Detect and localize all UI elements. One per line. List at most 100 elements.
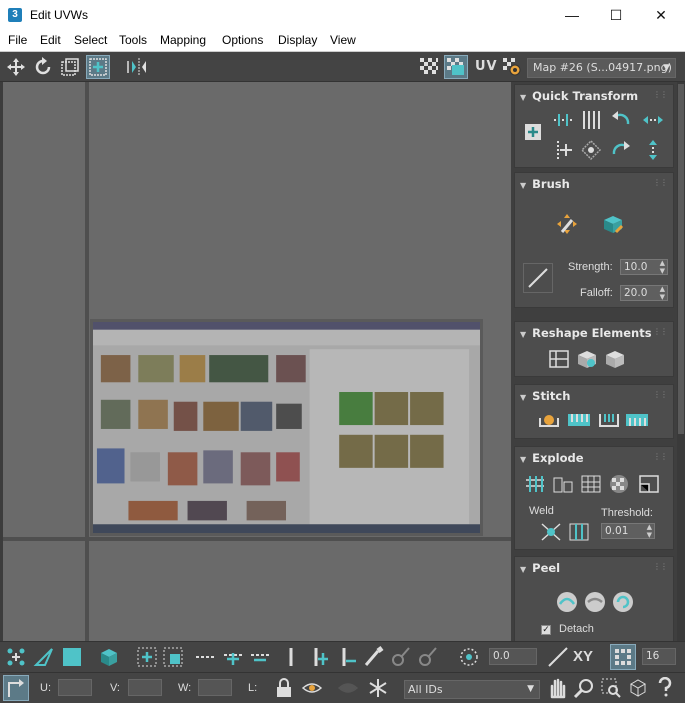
- close-button[interactable]: ✕: [638, 0, 684, 30]
- align-center-icon[interactable]: [519, 119, 547, 145]
- slice-icon[interactable]: [545, 644, 571, 670]
- uv-viewport[interactable]: [0, 82, 511, 641]
- strength-spinner[interactable]: 10.0 ▲ ▼: [620, 259, 668, 275]
- peel-mode-icon[interactable]: [581, 589, 609, 615]
- menu-display[interactable]: Display: [278, 33, 317, 47]
- xy-label[interactable]: XY: [573, 648, 593, 665]
- rotate-icon[interactable]: [31, 55, 55, 79]
- stitch-average-icon[interactable]: [595, 407, 623, 433]
- relax-settings-icon[interactable]: [601, 346, 629, 372]
- menu-options[interactable]: Options: [222, 33, 263, 47]
- panel-scrollbar[interactable]: [677, 82, 685, 641]
- uv-label[interactable]: UV: [475, 59, 498, 74]
- help-icon[interactable]: [652, 675, 678, 701]
- rotate-cw-icon[interactable]: [607, 137, 635, 163]
- menu-select[interactable]: Select: [74, 33, 107, 47]
- flip-horizontal-icon[interactable]: [639, 107, 667, 133]
- flatten-checker-icon[interactable]: [605, 471, 633, 497]
- grid-snap-icon[interactable]: [610, 644, 636, 670]
- grip-icon[interactable]: ⋮⋮: [653, 562, 668, 571]
- peel-title[interactable]: ▼ Peel: [520, 561, 560, 575]
- mirror-icon[interactable]: [125, 55, 149, 79]
- stitch-to-source-icon[interactable]: [623, 407, 651, 433]
- straighten-icon[interactable]: [577, 137, 605, 163]
- loop-grow-icon[interactable]: [220, 644, 246, 670]
- grip-icon[interactable]: ⋮⋮: [653, 390, 668, 399]
- angle-spinner[interactable]: 0.0: [489, 648, 537, 665]
- relax-icon[interactable]: [573, 346, 601, 372]
- grip-icon[interactable]: ⋮⋮: [653, 178, 668, 187]
- straighten-selection-icon[interactable]: [545, 346, 573, 372]
- paint-move-icon[interactable]: [553, 211, 581, 237]
- map-select[interactable]: Map #26 (S...04917.png) ▼: [527, 58, 676, 78]
- grid-size-spinner[interactable]: 16: [642, 648, 676, 665]
- stitch-title[interactable]: ▼ Stitch: [520, 389, 570, 403]
- minimize-button[interactable]: —: [549, 0, 595, 30]
- align-vertical-icon[interactable]: [577, 107, 605, 133]
- hide-icon[interactable]: [299, 675, 325, 701]
- vertex-select-icon[interactable]: [3, 644, 29, 670]
- checker-icon[interactable]: [417, 55, 441, 79]
- rotate-ccw-icon[interactable]: [607, 107, 635, 133]
- weld-target-icon[interactable]: [565, 519, 593, 545]
- detach-checkbox[interactable]: ✓: [541, 625, 551, 635]
- lock-icon[interactable]: [271, 675, 297, 701]
- id-filter-select[interactable]: All IDs ▼: [404, 680, 540, 699]
- grip-icon[interactable]: ⋮⋮: [653, 90, 668, 99]
- menu-view[interactable]: View: [330, 33, 356, 47]
- paint-grow-icon[interactable]: [387, 644, 413, 670]
- paint-select-icon[interactable]: [360, 644, 386, 670]
- pan-icon[interactable]: [544, 675, 570, 701]
- zoom-extents-icon[interactable]: [625, 675, 651, 701]
- ring-select-icon[interactable]: [278, 644, 304, 670]
- flatten-by-angle-icon[interactable]: [635, 471, 663, 497]
- spinner-arrows-icon[interactable]: ▲ ▼: [647, 523, 652, 539]
- quick-transform-title[interactable]: ▼ Quick Transform: [520, 89, 638, 103]
- scrollbar-thumb[interactable]: [678, 84, 684, 434]
- element-select-icon[interactable]: [96, 644, 122, 670]
- menu-file[interactable]: File: [8, 33, 27, 47]
- grip-icon[interactable]: ⋮⋮: [653, 327, 668, 336]
- absolute-offset-icon[interactable]: [3, 675, 29, 701]
- grow-selection-icon[interactable]: [134, 644, 160, 670]
- falloff-spinner[interactable]: 20.0 ▲ ▼: [620, 285, 668, 301]
- show-icon[interactable]: [335, 675, 361, 701]
- menu-tools[interactable]: Tools: [119, 33, 147, 47]
- loop-select-icon[interactable]: [192, 644, 218, 670]
- angle-snap-icon[interactable]: [456, 644, 482, 670]
- zoom-region-icon[interactable]: [598, 675, 624, 701]
- zoom-icon[interactable]: [571, 675, 597, 701]
- spinner-arrows-icon[interactable]: ▲ ▼: [660, 285, 665, 301]
- paint-shrink-icon[interactable]: [414, 644, 440, 670]
- grip-icon[interactable]: ⋮⋮: [653, 452, 668, 461]
- ring-shrink-icon[interactable]: [334, 644, 360, 670]
- ring-grow-icon[interactable]: [306, 644, 332, 670]
- space-vertical-icon[interactable]: [549, 137, 577, 163]
- stitch-custom-icon[interactable]: [535, 407, 563, 433]
- brush-title[interactable]: ▼ Brush: [520, 177, 570, 191]
- move-icon[interactable]: [4, 55, 28, 79]
- brush-falloff-icon[interactable]: [523, 263, 553, 293]
- relax-brush-icon[interactable]: [599, 211, 627, 237]
- w-input[interactable]: [198, 679, 232, 696]
- align-horizontal-icon[interactable]: [549, 107, 577, 133]
- spinner-arrows-icon[interactable]: ▲ ▼: [660, 259, 665, 275]
- map-options-icon[interactable]: [500, 55, 524, 79]
- face-select-icon[interactable]: [59, 644, 85, 670]
- stitch-to-target-icon[interactable]: [565, 407, 593, 433]
- quick-peel-icon[interactable]: [553, 589, 581, 615]
- threshold-spinner[interactable]: 0.01 ▲ ▼: [601, 523, 655, 539]
- reshape-title[interactable]: ▼ Reshape Elements: [520, 326, 652, 340]
- u-input[interactable]: [58, 679, 92, 696]
- menu-mapping[interactable]: Mapping: [160, 33, 206, 47]
- scale-icon[interactable]: [58, 55, 82, 79]
- weld-selected-icon[interactable]: [537, 519, 565, 545]
- edge-select-icon[interactable]: [31, 644, 57, 670]
- v-input[interactable]: [128, 679, 162, 696]
- freeze-icon[interactable]: [365, 675, 391, 701]
- reset-peel-icon[interactable]: [609, 589, 637, 615]
- grid-break-icon[interactable]: [577, 471, 605, 497]
- shrink-selection-icon[interactable]: [160, 644, 186, 670]
- explode-title[interactable]: ▼ Explode: [520, 451, 584, 465]
- loop-shrink-icon[interactable]: [247, 644, 273, 670]
